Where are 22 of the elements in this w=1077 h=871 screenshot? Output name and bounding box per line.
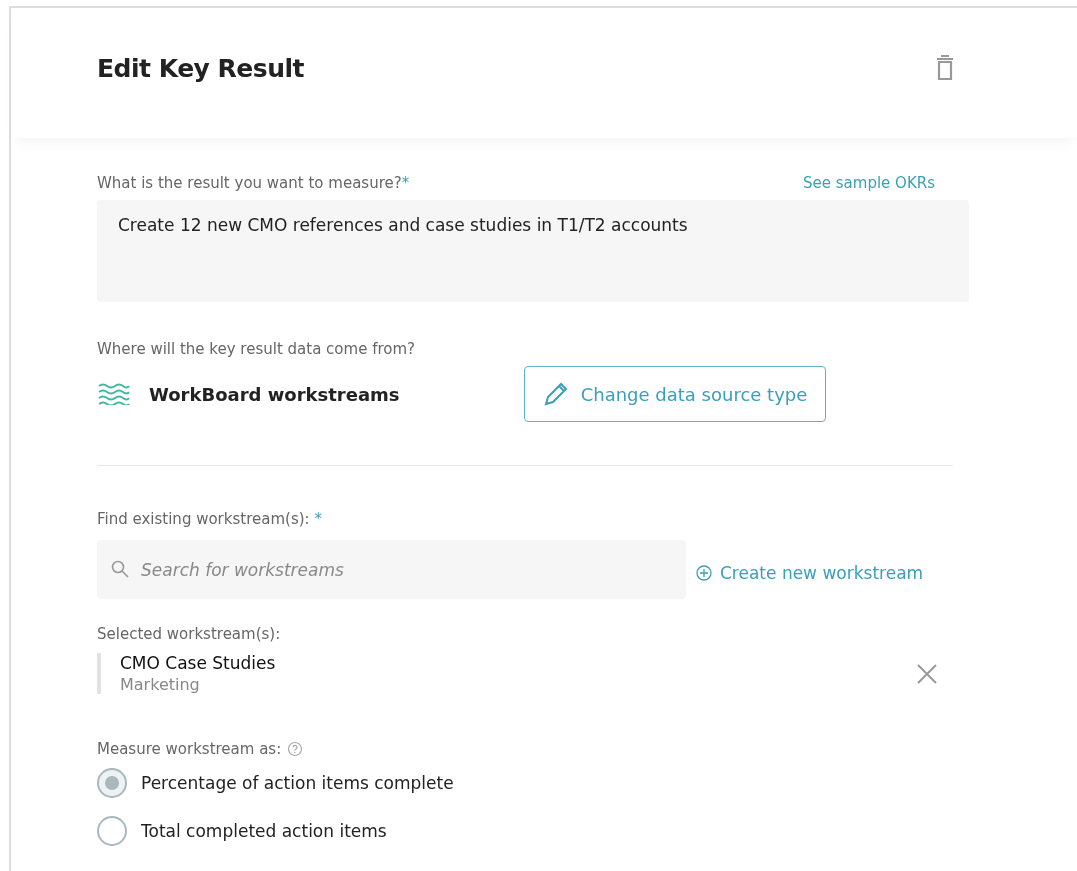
- field-label: Find existing workstream(s): *: [97, 510, 323, 528]
- workstream-name: CMO Case Studies: [120, 653, 276, 673]
- help-icon[interactable]: [287, 741, 304, 757]
- field-label: Measure workstream as:: [97, 740, 282, 758]
- field-label: Selected workstream(s):: [97, 625, 282, 643]
- workstream-team: Marketing: [120, 675, 201, 694]
- close-icon[interactable]: [917, 663, 937, 684]
- search-icon: [111, 560, 129, 578]
- radio-button[interactable]: [97, 816, 127, 846]
- radio-option[interactable]: Percentage of action items complete: [97, 768, 971, 798]
- field-label: Where will the key result data come from?: [97, 340, 416, 358]
- waves-icon: [97, 383, 131, 405]
- trash-icon[interactable]: [936, 55, 954, 81]
- radio-button[interactable]: [97, 768, 127, 798]
- page-title: Edit Key Result: [97, 53, 304, 83]
- data-source-name: WorkBoard workstreams: [149, 383, 401, 405]
- result-field[interactable]: Create 12 new CMO references and case studies in T1/T2 accounts: [97, 200, 969, 302]
- search-field[interactable]: Search for workstreams: [97, 540, 686, 599]
- radio-option[interactable]: Total completed action items: [97, 816, 971, 846]
- pencil-icon: [542, 381, 569, 407]
- field-label: What is the result you want to measure?*: [97, 174, 410, 192]
- plus-circle-icon: [696, 564, 712, 581]
